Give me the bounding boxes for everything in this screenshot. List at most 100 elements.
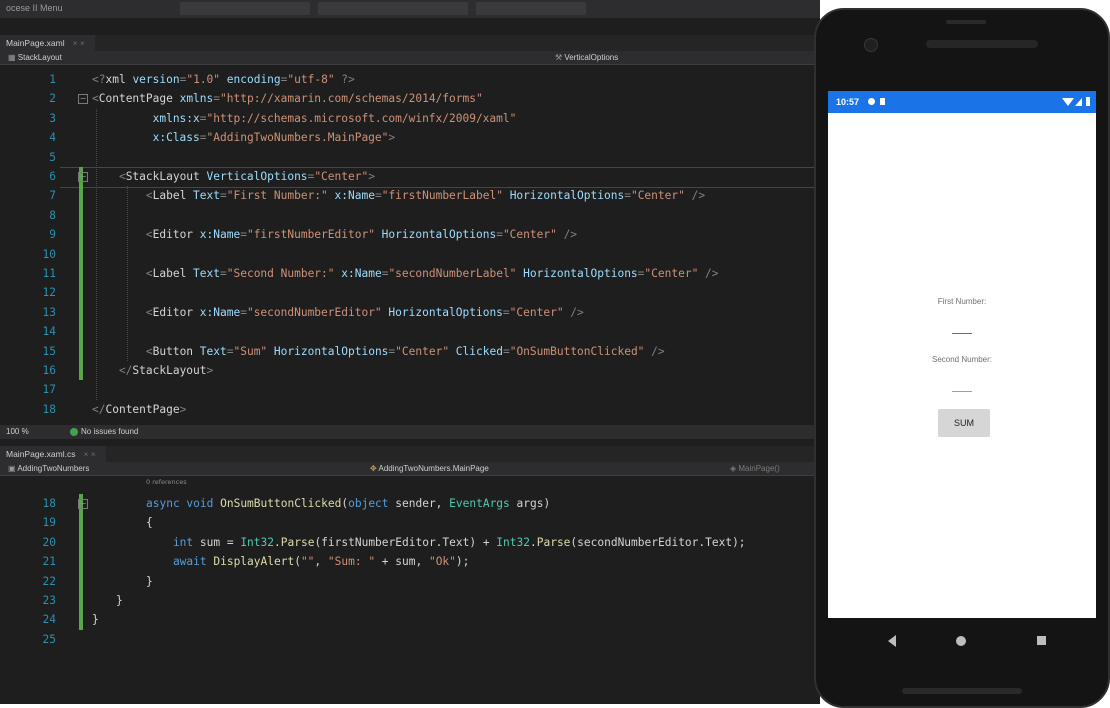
issues-indicator[interactable]: No issues found [70,425,138,439]
issues-text: No issues found [81,427,139,436]
code-token: "utf-8" [287,73,335,86]
code-token: "Sum" [233,344,268,358]
tab-mainpage-xaml[interactable]: MainPage.xaml × × [0,35,95,51]
check-icon [70,427,78,436]
toolbar-combo-2[interactable] [318,2,468,15]
home-icon[interactable] [956,636,966,646]
code-line[interactable]: 25 [0,630,820,649]
code-token: < [92,228,153,242]
code-text: <ContentPage xmlns="http://xamarin.com/s… [92,89,483,108]
tab-mainpage-xaml-cs[interactable]: MainPage.xaml.cs × × [0,446,106,462]
code-line[interactable]: 24} [0,610,820,629]
code-token: = [240,305,247,319]
collapse-icon[interactable]: − [78,172,88,182]
code-token: x:Class [92,131,200,145]
code-token: Label [152,189,194,203]
code-text: <Button Text="Sum" HorizontalOptions="Ce… [92,342,665,361]
code-line[interactable]: 17 [0,380,820,399]
visual-studio-ide: ocese II Menu MainPage.xaml × × ▦ StackLa… [0,0,820,704]
code-token: "Second Number:" [226,267,335,280]
line-number: 14 [42,325,56,339]
xaml-code-editor[interactable]: 1 <?xml version="1.0" encoding="utf-8" ?>… [0,65,820,425]
project-icon: ▣ [8,464,18,473]
code-line[interactable]: 19 { [0,513,820,532]
zoom-level[interactable]: 100 % [6,425,29,439]
second-number-editor[interactable] [952,391,972,392]
code-token: xmlns [179,92,214,106]
line-number: 5 [49,150,56,164]
code-line[interactable]: 9 <Editor x:Name="firstNumberEditor" Hor… [0,225,820,244]
code-line[interactable]: 11 <Label Text="Second Number:" x:Name="… [0,264,820,283]
code-line[interactable]: 4 x:Class="AddingTwoNumbers.MainPage"> [0,128,820,147]
nav-dropdown-project[interactable]: ▣ AddingTwoNumbers [8,462,89,475]
code-text: } [92,610,99,629]
codelens-references[interactable]: 0 references [146,478,187,486]
code-token: "1.0" [186,73,221,86]
code-token: Editor [152,305,200,319]
code-line[interactable]: 8 [0,206,820,225]
code-line[interactable]: 2 <ContentPage xmlns="http://xamarin.com/… [0,89,820,108]
code-line[interactable]: 14 [0,322,820,341]
line-number: 2 [49,92,56,106]
recents-icon[interactable] [1037,636,1046,645]
collapse-icon[interactable]: − [78,499,88,509]
code-token: "Ok" [428,555,456,569]
code-line[interactable]: 22} [0,572,820,591]
settings-icon [868,98,875,105]
code-line[interactable]: 18 async void OnSumButtonClicked(object s… [0,494,820,513]
code-line[interactable]: 15 <Button Text="Sum" HorizontalOptions=… [0,342,820,361]
sum-button[interactable]: SUM [938,409,990,437]
code-token: void [186,497,221,510]
back-icon[interactable] [888,635,896,647]
code-line[interactable]: 23} [0,591,820,610]
first-number-editor[interactable] [952,333,972,334]
code-line[interactable]: 10 [0,245,820,264]
nav-dropdown-class[interactable]: ✥ AddingTwoNumbers.MainPage [370,462,489,475]
code-token: await [146,555,214,569]
code-token: Editor [152,228,200,242]
code-line[interactable]: 13 <Editor x:Name="secondNumberEditor" H… [0,303,820,322]
code-line[interactable]: 18 </ContentPage> [0,400,820,419]
code-line[interactable]: 20 int sum = Int32.Parse(firstNumberEdit… [0,533,820,552]
code-line[interactable]: 7 <Label Text="First Number:" x:Name="fi… [0,186,820,205]
current-line-highlight [60,167,820,188]
code-token: x:Name [199,228,241,242]
wifi-icon [1062,98,1074,106]
code-token: "Sum: " [327,555,376,569]
phone-screen: 10:57 First Number: Second Number: SUM [828,91,1096,618]
code-line[interactable]: 3 xmlns:x="http://schemas.microsoft.com/… [0,109,820,128]
code-token: sender, [395,497,450,510]
cs-code-editor[interactable]: 0 references 18 async void OnSumButtonCli… [0,476,820,704]
first-number-label: First Number: [937,297,987,306]
toolbar-combo-1[interactable] [180,2,310,15]
line-number: 15 [42,344,56,358]
code-token: "Center" [395,344,450,358]
close-icon[interactable]: × × [73,38,85,48]
toolbar-combo-3[interactable] [476,2,586,15]
android-status-bar: 10:57 [828,91,1096,113]
code-text: <Editor x:Name="secondNumberEditor" Hori… [92,303,584,322]
code-text: async void OnSumButtonClicked(object sen… [146,494,550,513]
code-token: "First Number:" [226,189,328,203]
nav-dropdown-stacklayout[interactable]: ▦ StackLayout [8,51,62,64]
nav-dropdown-verticaloptions[interactable]: ⚒ VerticalOptions [555,51,618,64]
code-token: > [206,364,214,377]
code-token: < [92,305,153,319]
code-text: <?xml version="1.0" encoding="utf-8" ?> [92,70,355,89]
code-line[interactable]: 1 <?xml version="1.0" encoding="utf-8" ?> [0,70,820,89]
line-number: 3 [49,111,56,125]
code-line[interactable]: 12 [0,283,820,302]
code-token: "Center" [630,189,685,203]
code-line[interactable]: 21 await DisplayAlert("", "Sum: " + sum,… [0,552,820,571]
nav-left-label: StackLayout [17,53,62,62]
code-token: } [116,594,123,607]
collapse-icon[interactable]: − [78,94,88,105]
code-text: <Editor x:Name="firstNumberEditor" Horiz… [92,225,577,244]
code-line[interactable]: 16 </StackLayout> [0,361,820,380]
code-line[interactable]: 5 [0,148,820,167]
close-icon[interactable]: × × [83,449,95,459]
code-token: <? [92,73,106,86]
code-text: xmlns:x="http://schemas.microsoft.com/wi… [92,109,517,128]
code-text: { [146,513,153,532]
nav-dropdown-member[interactable]: ◈ MainPage() [730,462,780,475]
